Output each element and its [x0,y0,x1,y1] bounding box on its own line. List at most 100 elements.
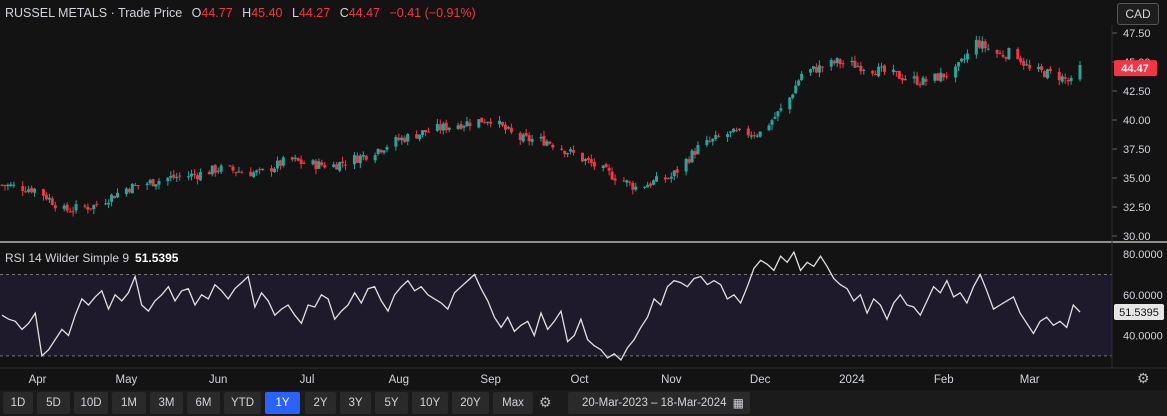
time-tick-label: Mar [1020,374,1040,386]
candle-body [459,124,463,129]
candle-body [421,130,425,135]
candle-body [583,159,587,161]
candle-body [1060,76,1064,82]
open-value: 44.77 [201,6,233,20]
range-button-3y[interactable]: 3Y [340,392,371,414]
candle-body [394,136,398,147]
candle-body [293,157,297,159]
candle-body [465,121,469,127]
candle-body [1028,65,1032,69]
range-button-max[interactable]: Max [493,392,533,414]
candle-body [897,71,901,79]
candle-body [569,149,573,152]
range-button-5d[interactable]: 5D [37,392,70,414]
candle-body [438,124,442,131]
candle-body [933,73,937,81]
candle-body [690,150,694,163]
candle-body [820,66,824,68]
candle-body [1045,69,1049,79]
rsi-tick-label: 80.0000 [1123,249,1163,261]
candle-body [859,65,863,72]
candle-body [542,136,546,146]
gear-icon[interactable]: ⚙ [1137,370,1150,387]
candle-body [726,134,730,138]
candle-body [338,162,342,171]
candle-body [68,211,72,213]
currency-selector[interactable]: CAD [1117,3,1159,25]
candle-body [406,134,410,142]
candle-body [89,208,93,210]
time-axis: Apr May Jun Jul Aug Sep Oct Nov Dec 2024 Feb Mar [29,374,1040,386]
candle-body [883,65,887,72]
candle-body [379,149,383,153]
candle-body [418,134,422,140]
candle-body [228,165,232,167]
candle-body [468,122,472,127]
candle-body [957,62,961,67]
calendar-icon[interactable]: ▦ [733,392,744,414]
range-button-10y[interactable]: 10Y [412,392,448,414]
range-button-1y[interactable]: 1Y [265,392,300,414]
candle-body [133,184,137,186]
range-button-1d[interactable]: 1D [3,392,33,414]
candle-body [986,48,990,50]
candle-body [323,165,327,168]
candle-body [954,66,958,78]
range-button-5y[interactable]: 5Y [375,392,408,414]
candle-body [977,40,981,48]
candle-body [385,147,389,150]
candle-body [53,205,57,209]
candle-body [335,164,339,170]
candle-body [1066,79,1070,82]
candle-body [86,206,90,210]
candle-body [669,176,673,179]
candle-body [604,164,608,168]
range-button-1m[interactable]: 1M [112,392,146,414]
settings-icon[interactable]: ⚙ [539,394,552,411]
range-button-ytd[interactable]: YTD [224,392,261,414]
candle-body [631,183,635,190]
candle-body [3,185,7,187]
candle-body [296,157,300,161]
candle-body [1042,71,1046,78]
candle-body [382,150,386,153]
candle-body [441,123,445,131]
candle-body [447,127,451,130]
time-tick-label: Jun [209,374,228,386]
candle-body [400,137,404,141]
candle-body [646,184,650,188]
candle-body [166,177,170,182]
candle-body [717,135,721,137]
chart-canvas[interactable]: 47.5045.0042.5040.0037.5035.0032.5030.00… [0,0,1167,416]
candle-body [687,159,691,163]
candle-body [974,39,978,55]
price-tick-label: 30.00 [1123,231,1151,243]
candle-body [773,116,777,119]
candle-body [649,183,653,186]
candle-body [311,160,315,165]
candle-body [314,160,318,170]
range-button-3m[interactable]: 3M [150,392,183,414]
candle-body [1040,66,1043,71]
candle-body [21,186,25,192]
candle-body [1037,66,1041,70]
range-button-20y[interactable]: 20Y [452,392,489,414]
candle-body [249,171,253,177]
candle-body [829,60,833,67]
candle-body [71,211,75,213]
candle-body [1019,58,1023,63]
candle-body [332,164,336,168]
candle-body [566,153,570,155]
candle-body [1001,54,1005,57]
candle-body [811,66,815,69]
candle-body [234,171,238,173]
date-range-picker[interactable]: 20-Mar-2023 – 18-Mar-2024 ▦ [568,392,750,414]
candle-body [317,161,321,169]
range-button-2y[interactable]: 2Y [305,392,336,414]
candle-body [643,186,647,188]
candle-body [207,171,211,175]
candle-body [835,58,839,64]
candle-body [918,84,922,86]
range-button-10d[interactable]: 10D [74,392,108,414]
range-button-6m[interactable]: 6M [187,392,220,414]
